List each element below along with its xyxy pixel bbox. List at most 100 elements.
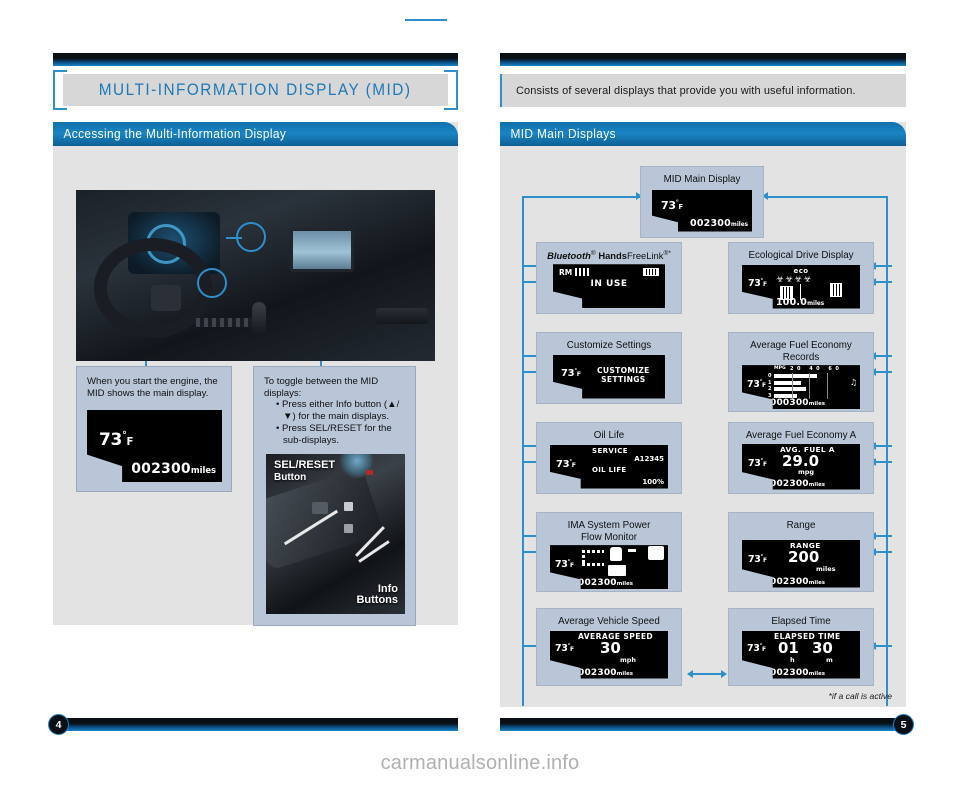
avg-speed-value: 30: [600, 638, 621, 657]
navigation-screen: [290, 228, 354, 272]
page-title: MULTI-INFORMATION DISPLAY (MID): [99, 80, 412, 99]
card-caption: Average Vehicle Speed: [558, 616, 660, 627]
card-caption: Elapsed Time: [771, 616, 831, 627]
highlight-circle-info-buttons: [197, 268, 227, 298]
card-caption: Average Fuel Economy A: [745, 430, 857, 441]
flow-top-right: [766, 196, 886, 198]
oil-life-label: OIL LIFE: [592, 465, 627, 474]
card-caption: Bluetooth® HandsFreeLink®*: [547, 250, 671, 262]
section-body-right: MID Main Display 73°F 002300miles Blueto…: [500, 146, 906, 707]
indicator-light-icon: [366, 470, 373, 475]
card-average-fuel-economy-records: Average Fuel Economy Records 73°F MPG 20 …: [728, 332, 874, 412]
list-item: • Press SEL/RESET for the sub-displays.: [276, 422, 392, 446]
mid-screen-ecological: 73°F eco ☣☣☣☣ A 100.0miles: [742, 264, 860, 309]
elapsed-minute-unit: m: [826, 655, 833, 664]
top-rule-right: [500, 53, 906, 66]
card-mid-main-display: MID Main Display 73°F 002300miles: [640, 166, 764, 238]
flow-spine-right: [886, 196, 888, 706]
range-unit: miles: [816, 564, 836, 573]
steering-wheel-hub: [151, 285, 181, 311]
engine-icon: [648, 546, 664, 561]
info-up-button-icon[interactable]: [344, 502, 353, 511]
section-accessing-mid: Accessing the Multi-Information Display: [53, 122, 458, 626]
sel-reset-button-icon[interactable]: [312, 502, 328, 514]
intro-text: Consists of several displays that provid…: [516, 84, 856, 97]
elapsed-hours: 01: [778, 638, 799, 657]
page-number-left: 4: [48, 714, 69, 735]
mid-screen-oil-life: 73°F SERVICE A12345 OIL LIFE 100%: [550, 444, 668, 489]
section-mid-main-displays: MID Main Displays MID Main Display 73°F …: [500, 122, 906, 707]
air-vent: [376, 308, 428, 324]
page-title-box: MULTI-INFORMATION DISPLAY (MID): [63, 74, 448, 106]
mid-screen-customize: 73°F CUSTOMIZE SETTINGS: [553, 354, 665, 399]
card-customize-settings: Customize Settings 73°F CUSTOMIZE SETTING…: [536, 332, 682, 404]
car-icon: [610, 547, 622, 562]
service-code: A12345: [634, 454, 664, 463]
power-flow-top-arrow: [582, 550, 604, 554]
chart-gridline: [791, 373, 793, 400]
steering-wheel: [94, 238, 212, 338]
page-number-right: 5: [893, 714, 914, 735]
chart-bar: [774, 393, 798, 398]
refuel-icon: ♫: [849, 378, 857, 388]
callout-toggle-list: • Press either Info button (▲/▼) for the…: [268, 399, 415, 446]
section-header-right: MID Main Displays: [500, 122, 906, 146]
sel-reset-label: SEL/RESET Button: [274, 459, 336, 483]
battery-icon: [643, 268, 659, 277]
chart-bar: [774, 387, 806, 392]
roaming-indicator: RM: [559, 268, 573, 278]
fuel-economy-bar-chart: 0123: [768, 373, 836, 400]
battery-pack-icon: [608, 565, 626, 577]
mid-screen-main: 73°F 002300miles: [652, 189, 752, 232]
eco-leaf-icons: ☣☣☣☣: [776, 274, 813, 285]
card-ecological-drive-display: Ecological Drive Display 73°F eco ☣☣☣☣ A…: [728, 242, 874, 314]
callout-start-engine: When you start the engine, the MID shows…: [76, 366, 232, 492]
eco-gauge-right-icon: [830, 282, 842, 297]
elapsed-minutes: 30: [812, 638, 833, 657]
range-value: 200: [788, 547, 820, 566]
callout-start-text: When you start the engine, the MID shows…: [87, 376, 218, 399]
flow-top-left: [522, 196, 642, 198]
hvac-controls: [196, 318, 254, 327]
interior-photo: [76, 190, 435, 361]
mid-screen-fuel-records: 73°F MPG 20 40 60 0123 ♫ 000300miles: [742, 365, 860, 410]
flow-arrow-right: [628, 549, 636, 553]
call-status: IN USE: [590, 279, 628, 290]
bottom-rule-right: [500, 718, 906, 731]
card-caption: Range: [786, 520, 816, 531]
mid-screen-ima: 73°F 002300miles: [550, 545, 668, 590]
sel-reset-button-photo: SEL/RESET Button Info Buttons: [266, 454, 405, 614]
elapsed-hour-unit: h: [790, 655, 795, 664]
mid-screen-range: 73°F RANGE 200 miles 002300miles: [742, 539, 860, 588]
avg-speed-unit: mph: [620, 655, 637, 664]
mid-display-main-left: 73°F 002300miles: [87, 410, 222, 482]
chart-axis-unit: MPG: [774, 366, 786, 372]
eco-mode-label: A: [764, 298, 770, 307]
section-header-left: Accessing the Multi-Information Display: [53, 122, 458, 146]
section-body-left: When you start the engine, the MID shows…: [53, 146, 458, 626]
top-rule-left: [53, 53, 458, 66]
power-flow-bottom-arrow: [582, 563, 604, 567]
chart-gridline: [827, 373, 829, 400]
info-buttons-label: Info Buttons: [356, 582, 398, 607]
customize-text: CUSTOMIZE SETTINGS: [597, 365, 650, 385]
mid-odometer-value: 002300: [131, 461, 191, 477]
leader-info-2: [358, 540, 390, 563]
eco-label: eco: [793, 266, 809, 275]
chart-gridline: [809, 373, 811, 400]
card-elapsed-time: Elapsed Time 73°F ELAPSED TIME 01 30 h m…: [728, 608, 874, 686]
callout-toggle-displays: To toggle between the MID displays: • Pr…: [253, 366, 416, 626]
callout-toggle-intro: To toggle between the MID displays:: [264, 376, 379, 399]
card-caption: MID Main Display: [663, 174, 741, 185]
card-bluetooth-handsfreelink: Bluetooth® HandsFreeLink®* RM IN USE: [536, 242, 682, 314]
info-down-button-icon[interactable]: [344, 524, 353, 533]
mid-screen-avg-speed: 73°F AVERAGE SPEED 30 mph 002300miles: [550, 630, 668, 679]
fuel-a-unit: mpg: [798, 467, 815, 476]
oil-life-value: 100%: [642, 477, 664, 486]
mid-odometer-unit: miles: [190, 465, 216, 475]
mid-screen-bluetooth: RM IN USE: [553, 264, 665, 309]
flow-spine-left: [522, 196, 524, 706]
card-caption: Customize Settings: [566, 340, 652, 351]
list-item: • Press either Info button (▲/▼) for the…: [276, 399, 400, 423]
gear-shifter: [252, 302, 266, 336]
